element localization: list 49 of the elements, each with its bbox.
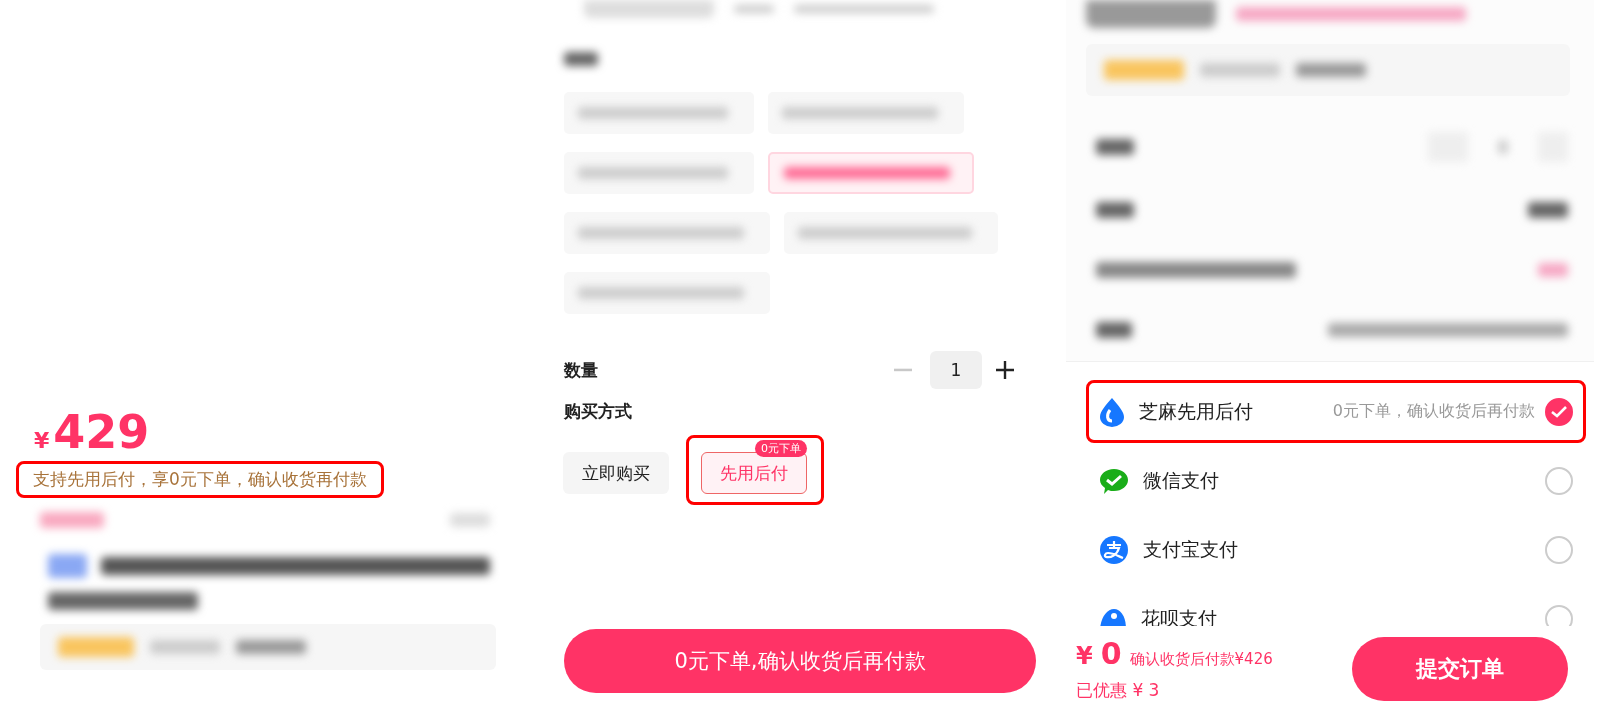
payment-note: 0元下单，确认收货后再付款 (1332, 401, 1535, 422)
spec-option[interactable] (564, 92, 754, 134)
purchase-method-label: 购买方式 (564, 400, 633, 423)
order-button[interactable]: 0元下单,确认收货后再付款 (564, 629, 1036, 693)
pay-later-amount: 确认收货后付款¥426 (1129, 650, 1273, 669)
currency-symbol: ¥ (34, 428, 50, 453)
spec-option[interactable] (768, 152, 974, 194)
blurred-text (734, 5, 774, 13)
spec-option[interactable] (564, 272, 770, 314)
plus-icon[interactable] (996, 361, 1014, 379)
radio-button[interactable] (1545, 604, 1573, 626)
check-icon (1551, 405, 1567, 418)
drop-icon (1099, 396, 1125, 427)
blurred-text (150, 640, 220, 654)
payment-icon (1099, 607, 1127, 626)
blurred-text (1296, 63, 1366, 77)
payment-name: 支付宝支付 (1143, 536, 1238, 562)
currency-symbol: ¥ (1076, 642, 1093, 670)
blurred-text (48, 554, 87, 578)
pay-later-notice: 支持先用后付，享0元下单，确认收货再付款 (16, 461, 384, 498)
radio-button[interactable] (1545, 466, 1573, 495)
blurred-text (1528, 202, 1568, 218)
discount-text: 已优惠 ¥ 3 (1076, 679, 1161, 701)
spec-option[interactable] (564, 212, 770, 254)
blurred-text (40, 512, 104, 528)
blurred-text (1096, 322, 1132, 338)
price: 429 (53, 405, 150, 459)
radio-button[interactable] (1545, 397, 1573, 426)
chat-check-icon (1099, 466, 1129, 495)
spec-option[interactable] (784, 212, 998, 254)
radio-button[interactable] (1545, 535, 1573, 564)
spec-option[interactable] (564, 152, 754, 194)
payment-name: 芝麻先用后付 (1139, 398, 1253, 424)
badge: 0元下单 (755, 440, 807, 457)
blurred-text (1096, 202, 1134, 218)
submit-order-button[interactable]: 提交订单 (1352, 637, 1568, 701)
spec-option[interactable] (768, 92, 964, 134)
quantity-field[interactable]: 1 (930, 351, 982, 389)
quantity-label: 数量 (564, 358, 598, 382)
payment-name: 微信支付 (1143, 467, 1219, 493)
blurred-text (450, 513, 490, 527)
blurred-text (236, 640, 306, 654)
blurred-text (564, 52, 598, 66)
blurred-text (1498, 140, 1508, 154)
blurred-text (1538, 263, 1568, 277)
payment-circle-icon (1099, 534, 1129, 565)
purchase-option[interactable]: 立即购买 (563, 452, 669, 494)
pay-now-amount: 0 (1100, 636, 1122, 671)
blurred-text (1096, 139, 1134, 155)
